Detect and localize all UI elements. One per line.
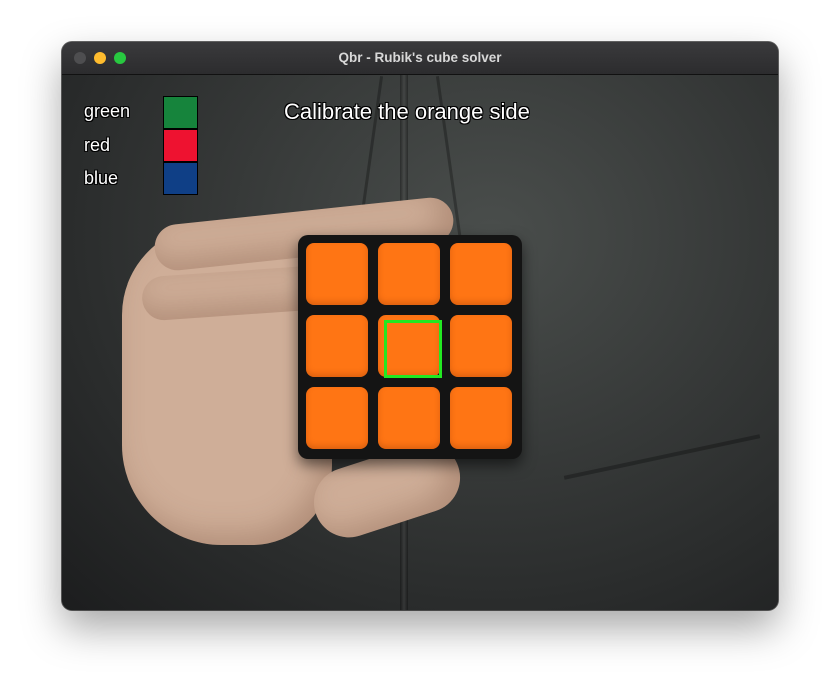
cube-sticker <box>450 243 512 305</box>
cube-sticker <box>450 315 512 377</box>
window-title: Qbr - Rubik's cube solver <box>338 50 502 65</box>
legend-swatch-green <box>163 96 198 129</box>
legend-label-red: red <box>84 135 111 155</box>
hoodie-fold <box>563 434 761 480</box>
cube-sticker <box>306 387 368 449</box>
cube-sticker <box>306 243 368 305</box>
cube-sticker <box>306 315 368 377</box>
title-bar[interactable]: Qbr - Rubik's cube solver <box>62 42 778 75</box>
legend-label-blue: blue <box>84 168 119 188</box>
camera-feed: green red blue Calibrate the orange side <box>62 75 778 610</box>
cube-sticker <box>378 243 440 305</box>
legend-swatch-blue <box>163 162 198 195</box>
cube-sticker <box>378 387 440 449</box>
calibration-instruction: Calibrate the orange side <box>284 99 530 124</box>
legend-swatch-red <box>163 129 198 162</box>
cube-sticker <box>450 387 512 449</box>
calibration-target-box <box>384 320 442 378</box>
app-window: Qbr - Rubik's cube solver green red blue… <box>62 42 778 610</box>
legend-label-green: green <box>84 101 131 121</box>
